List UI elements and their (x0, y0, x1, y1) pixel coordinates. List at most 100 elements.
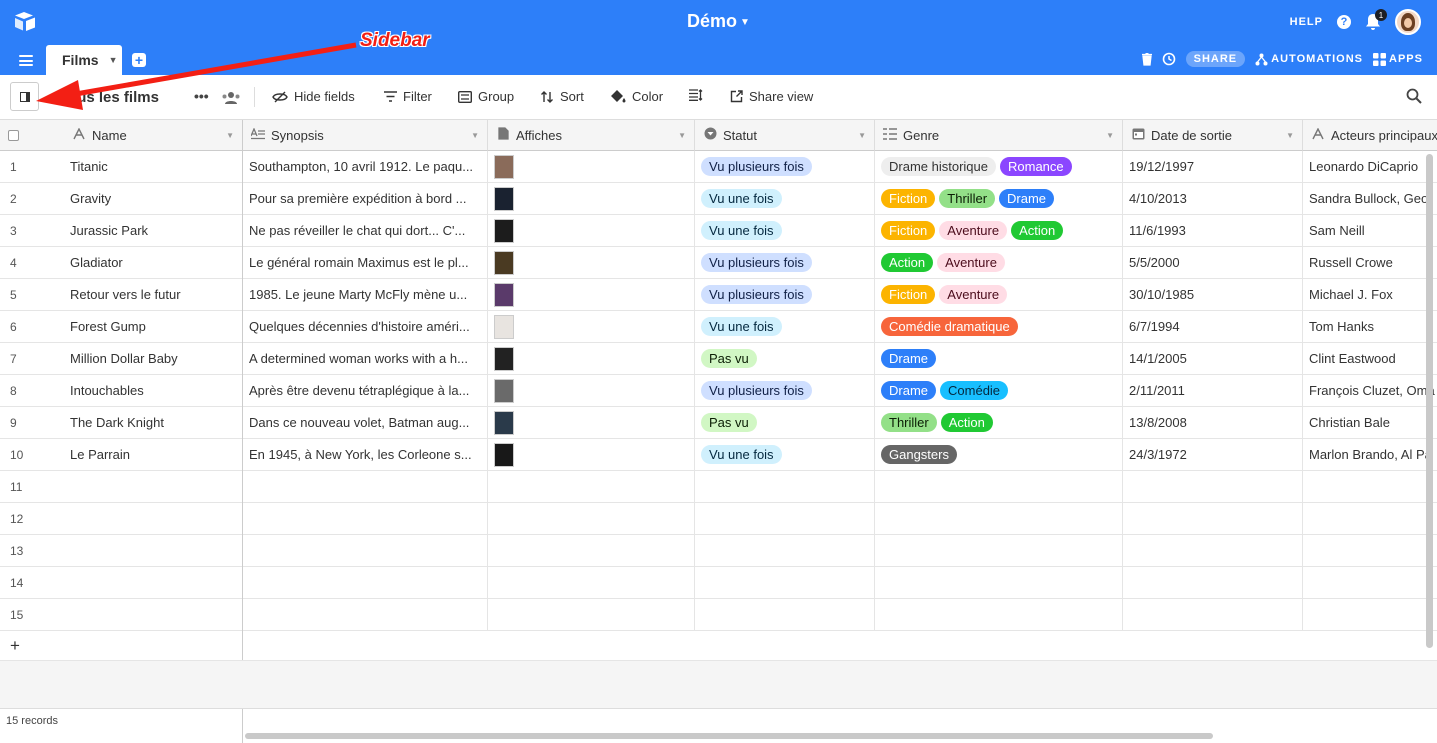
cell-name[interactable]: Million Dollar Baby (60, 343, 243, 374)
cell-synopsis[interactable]: Dans ce nouveau volet, Batman aug... (243, 407, 488, 438)
trash-icon[interactable] (1141, 52, 1152, 66)
empty-cell[interactable] (1123, 567, 1303, 598)
empty-cell[interactable] (1303, 599, 1437, 630)
poster-thumbnail[interactable] (494, 442, 514, 467)
cell-release-date[interactable]: 13/8/2008 (1123, 407, 1303, 438)
cell-release-date[interactable]: 5/5/2000 (1123, 247, 1303, 278)
color-button[interactable]: Color (611, 89, 663, 104)
chevron-down-icon[interactable]: ▼ (109, 55, 118, 65)
empty-cell[interactable] (695, 535, 875, 566)
cell-poster[interactable] (488, 279, 695, 310)
cell-status[interactable]: Vu plusieurs fois (695, 151, 875, 182)
search-icon[interactable] (1405, 87, 1423, 105)
cell-poster[interactable] (488, 247, 695, 278)
apps-button[interactable]: APPS (1373, 52, 1423, 66)
column-header-genre[interactable]: Genre ▼ (875, 120, 1123, 151)
cell-genre[interactable]: Fiction Thriller Drame (875, 183, 1123, 214)
cell-poster[interactable] (488, 215, 695, 246)
cell-name[interactable]: Titanic (60, 151, 243, 182)
row-height-button[interactable] (689, 89, 703, 101)
cell-poster[interactable] (488, 343, 695, 374)
cell-name[interactable]: Gladiator (60, 247, 243, 278)
empty-cell[interactable] (875, 535, 1123, 566)
column-header-synopsis[interactable]: Synopsis ▼ (243, 120, 488, 151)
cell-genre[interactable]: Thriller Action (875, 407, 1123, 438)
poster-thumbnail[interactable] (494, 282, 514, 307)
collaborative-view-icon[interactable] (221, 91, 241, 105)
empty-cell[interactable] (60, 535, 243, 566)
empty-row[interactable]: 12 (0, 503, 1437, 535)
horizontal-scrollbar[interactable] (245, 733, 1213, 739)
cell-status[interactable]: Pas vu (695, 407, 875, 438)
notifications-bell-icon[interactable]: 1 (1365, 9, 1387, 31)
cell-genre[interactable]: Drame historique Romance (875, 151, 1123, 182)
empty-cell[interactable] (695, 503, 875, 534)
empty-cell[interactable] (1123, 503, 1303, 534)
empty-cell[interactable] (488, 471, 695, 502)
table-row[interactable]: 6 Forest Gump Quelques décennies d'histoir… (0, 311, 1437, 343)
cell-status[interactable]: Vu plusieurs fois (695, 279, 875, 310)
chevron-down-icon[interactable]: ▼ (1286, 131, 1294, 140)
share-view-button[interactable]: Share view (730, 89, 813, 104)
table-row[interactable]: 5 Retour vers le futur 1985. Le jeune Mart… (0, 279, 1437, 311)
cell-genre[interactable]: Fiction Aventure (875, 279, 1123, 310)
poster-thumbnail[interactable] (494, 154, 514, 179)
cell-name[interactable]: Jurassic Park (60, 215, 243, 246)
cell-status[interactable]: Vu une fois (695, 311, 875, 342)
cell-release-date[interactable]: 11/6/1993 (1123, 215, 1303, 246)
cell-release-date[interactable]: 19/12/1997 (1123, 151, 1303, 182)
cell-genre[interactable]: Drame (875, 343, 1123, 374)
cell-name[interactable]: Retour vers le futur (60, 279, 243, 310)
cell-poster[interactable] (488, 151, 695, 182)
empty-cell[interactable] (1123, 599, 1303, 630)
empty-row[interactable]: 15 (0, 599, 1437, 631)
help-icon[interactable]: ? (1337, 15, 1351, 29)
cell-synopsis[interactable]: Quelques décennies d'histoire améri... (243, 311, 488, 342)
column-header-affiches[interactable]: Affiches ▼ (488, 120, 695, 151)
poster-thumbnail[interactable] (494, 250, 514, 275)
automations-button[interactable]: AUTOMATIONS (1255, 53, 1363, 66)
empty-cell[interactable] (243, 535, 488, 566)
empty-cell[interactable] (60, 567, 243, 598)
empty-cell[interactable] (1303, 503, 1437, 534)
cell-actors[interactable]: Sam Neill (1303, 215, 1437, 246)
view-name[interactable]: Tous les films (60, 89, 159, 106)
cell-name[interactable]: Le Parrain (60, 439, 243, 470)
cell-release-date[interactable]: 30/10/1985 (1123, 279, 1303, 310)
sidebar-toggle-button[interactable] (10, 82, 39, 111)
empty-cell[interactable] (695, 567, 875, 598)
base-title[interactable]: Démo ▼ (0, 11, 1437, 32)
empty-cell[interactable] (1303, 535, 1437, 566)
cell-actors[interactable]: Leonardo DiCaprio (1303, 151, 1437, 182)
empty-cell[interactable] (875, 567, 1123, 598)
cell-status[interactable]: Pas vu (695, 343, 875, 374)
empty-cell[interactable] (1303, 567, 1437, 598)
cell-release-date[interactable]: 4/10/2013 (1123, 183, 1303, 214)
cell-actors[interactable]: Tom Hanks (1303, 311, 1437, 342)
poster-thumbnail[interactable] (494, 378, 514, 403)
cell-synopsis[interactable]: Le général romain Maximus est le pl... (243, 247, 488, 278)
cell-name[interactable]: Intouchables (60, 375, 243, 406)
cell-actors[interactable]: Sandra Bullock, Geor (1303, 183, 1437, 214)
empty-cell[interactable] (243, 567, 488, 598)
cell-synopsis[interactable]: 1985. Le jeune Marty McFly mène u... (243, 279, 488, 310)
empty-cell[interactable] (875, 599, 1123, 630)
cell-poster[interactable] (488, 311, 695, 342)
table-row[interactable]: 3 Jurassic Park Ne pas réveiller le chat q… (0, 215, 1437, 247)
poster-thumbnail[interactable] (494, 314, 514, 339)
cell-status[interactable]: Vu une fois (695, 183, 875, 214)
cell-release-date[interactable]: 14/1/2005 (1123, 343, 1303, 374)
select-all-checkbox[interactable] (8, 129, 19, 141)
cell-synopsis[interactable]: Après être devenu tétraplégique à la... (243, 375, 488, 406)
chevron-down-icon[interactable]: ▼ (1106, 131, 1114, 140)
cell-actors[interactable]: Christian Bale (1303, 407, 1437, 438)
empty-cell[interactable] (695, 471, 875, 502)
empty-row[interactable]: 11 (0, 471, 1437, 503)
chevron-down-icon[interactable]: ▼ (226, 131, 234, 140)
filter-button[interactable]: Filter (384, 89, 432, 104)
table-row[interactable]: 2 Gravity Pour sa première expédition à bo… (0, 183, 1437, 215)
empty-cell[interactable] (695, 599, 875, 630)
empty-row[interactable]: 14 (0, 567, 1437, 599)
cell-actors[interactable]: Russell Crowe (1303, 247, 1437, 278)
column-header-acteurs-principaux[interactable]: Acteurs principaux (1303, 120, 1437, 151)
